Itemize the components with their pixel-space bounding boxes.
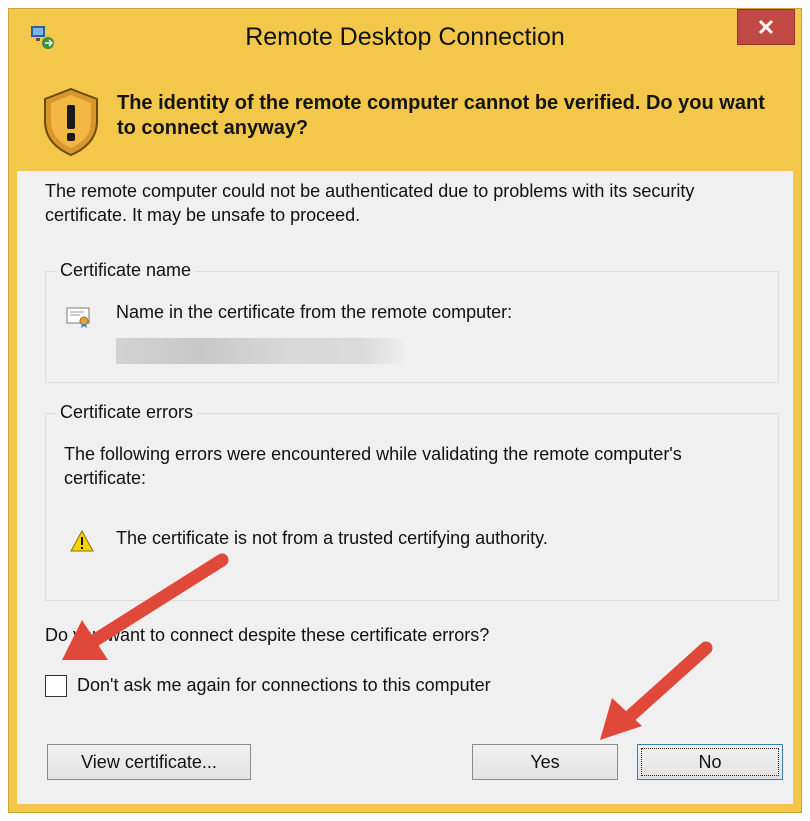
close-button[interactable] [737,9,795,45]
dialog-content: The remote computer could not be authent… [17,171,793,804]
error-item: The certificate is not from a trusted ce… [116,528,548,548]
dont-ask-label[interactable]: Don't ask me again for connections to th… [77,675,491,696]
certificate-icon [66,307,90,328]
window-title: Remote Desktop Connection [245,23,565,51]
intro-text: The remote computer could not be authent… [45,181,695,225]
warning-banner: The identity of the remote computer cann… [17,69,793,171]
dont-ask-checkbox[interactable] [45,675,67,697]
no-button[interactable]: No [637,744,783,780]
certificate-errors-group: Certificate errors The following errors … [45,402,779,601]
certificate-name-label: Name in the certificate from the remote … [116,302,513,322]
banner-heading: The identity of the remote computer cann… [117,92,765,139]
shield-warning-icon [44,87,98,157]
yes-button[interactable]: Yes [472,744,618,780]
group-title: Certificate errors [56,402,198,423]
title-bar[interactable]: Remote Desktop Connection [9,9,801,67]
close-icon [758,19,774,35]
dialog-window: Remote Desktop Connection The identity o… [8,8,802,813]
view-certificate-button[interactable]: View certificate... [47,744,251,780]
group-title: Certificate name [56,260,196,281]
focus-ring [641,748,779,776]
connect-question: Do you want to connect despite these cer… [45,625,490,645]
redacted-certificate-name [116,338,404,364]
certificate-name-group: Certificate name Name in the certificate… [45,260,779,383]
errors-description: The following errors were encountered wh… [64,444,682,488]
warning-icon [70,530,94,552]
